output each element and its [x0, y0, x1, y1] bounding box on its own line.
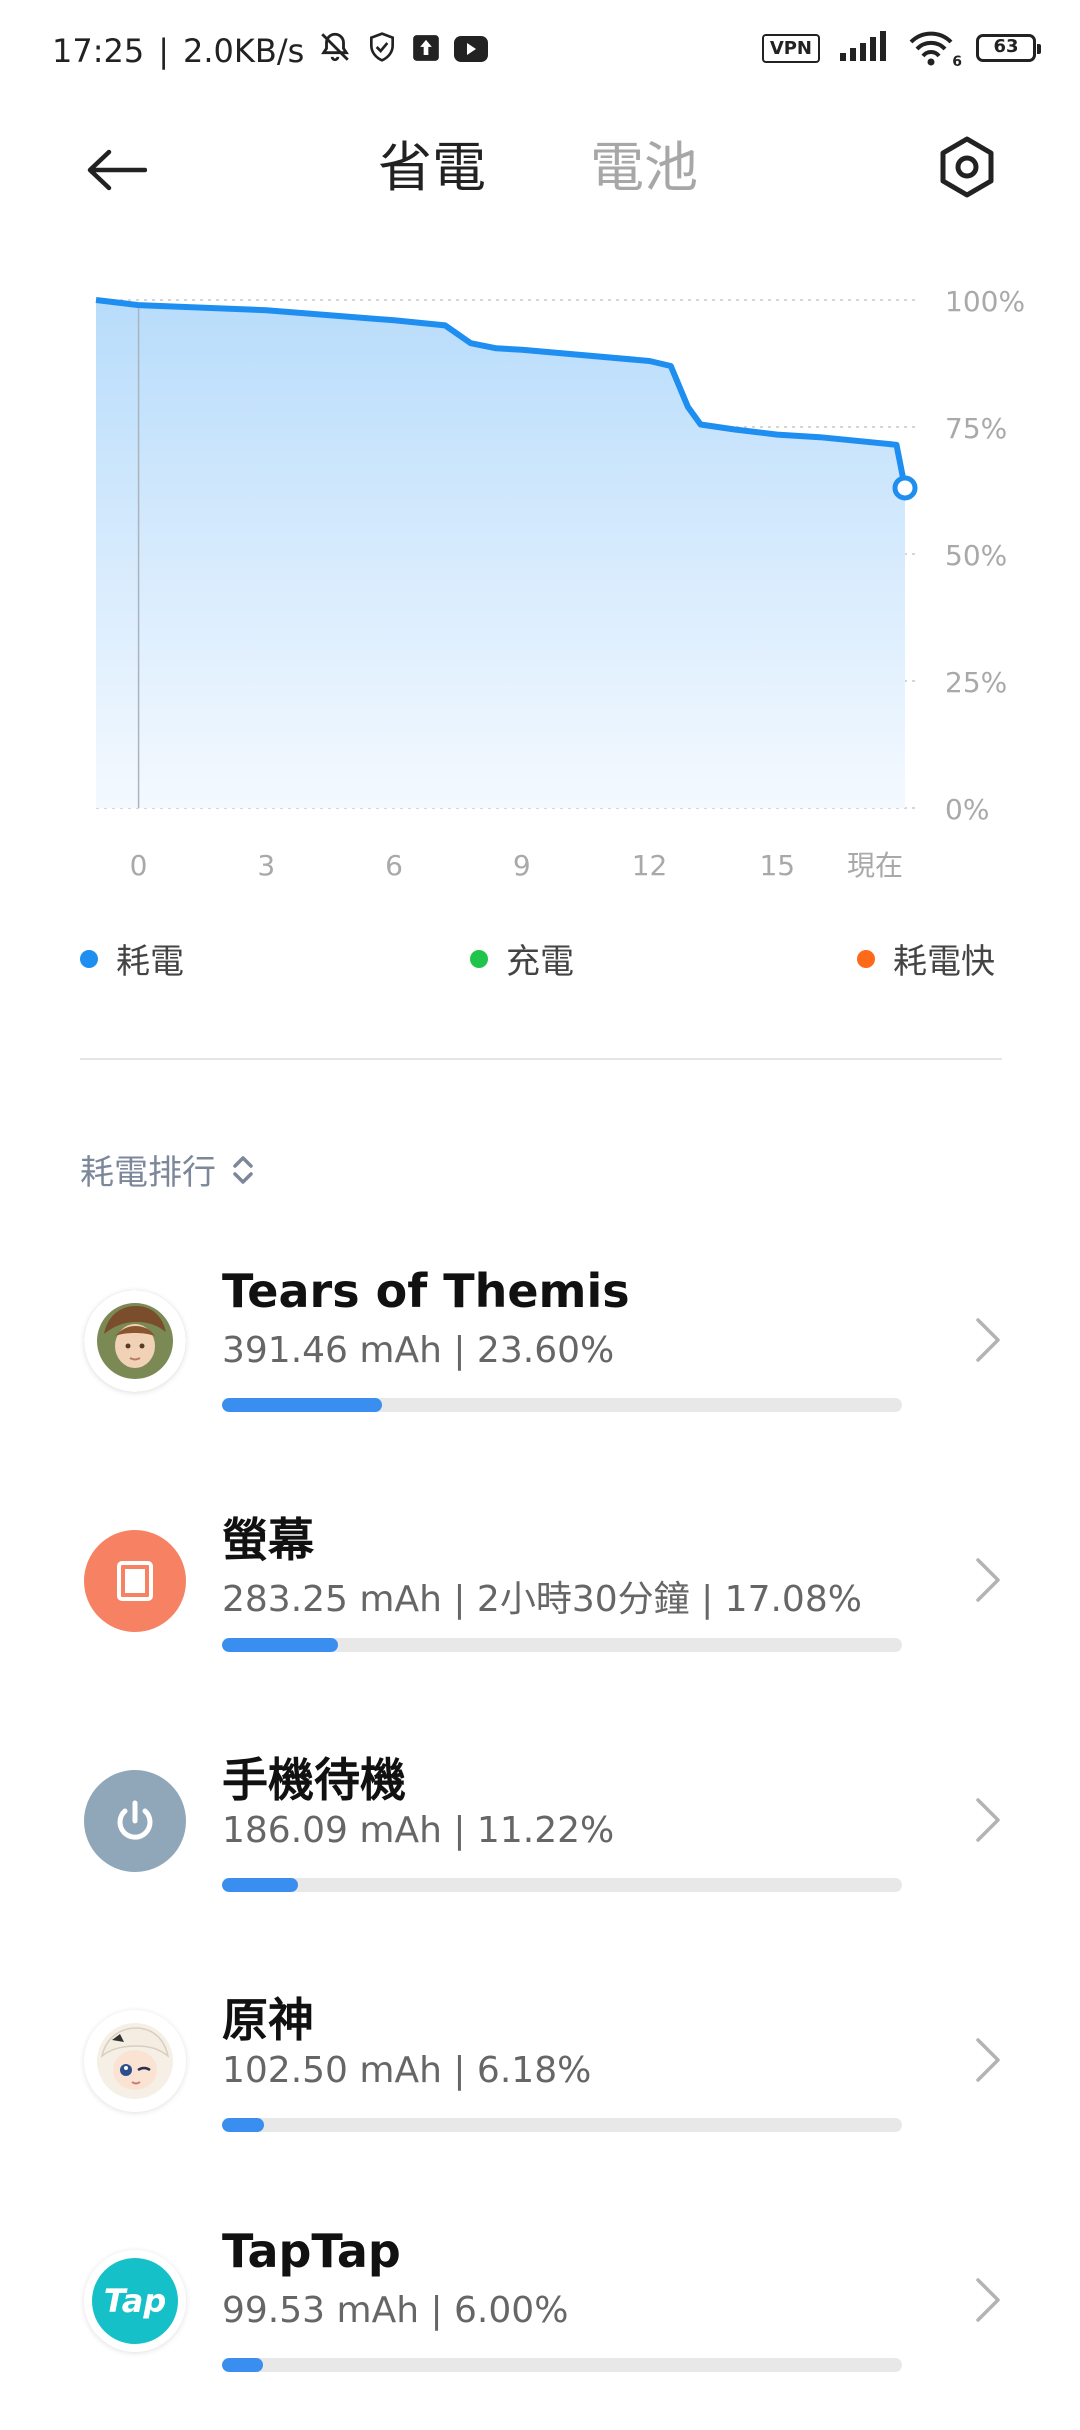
- app-name: TapTap: [222, 2224, 401, 2278]
- app-usage-detail: 283.25 mAh | 2小時30分鐘 | 17.08%: [222, 1579, 862, 1620]
- legend-item-fast-drain: 耗電快: [857, 934, 995, 983]
- battery-area: [96, 300, 905, 808]
- game-avatar-icon: [84, 1290, 186, 1392]
- y-tick-label: 75%: [945, 412, 1007, 445]
- shield-icon: [366, 31, 398, 71]
- battery-usage-chart: 100% 75% 50% 25% 0% 0 3 6 9 12 15 現在: [0, 270, 1080, 910]
- usage-bar-fill: [222, 2118, 265, 2132]
- app-name: 原神: [222, 1993, 314, 2047]
- y-tick-label: 100%: [945, 285, 1025, 318]
- usage-bar-fill: [222, 1638, 339, 1652]
- settings-button[interactable]: [930, 130, 1004, 204]
- tab-power-saving[interactable]: 省電: [378, 128, 486, 208]
- y-tick-label: 50%: [945, 539, 1007, 572]
- upload-icon: [412, 32, 440, 70]
- status-network-speed: 2.0KB/s: [183, 32, 305, 70]
- vpn-badge: VPN: [761, 33, 820, 63]
- taptap-icon: Tap: [84, 2250, 186, 2352]
- current-point: [892, 475, 918, 501]
- usage-bar-fill: [222, 1398, 383, 1412]
- tab-battery[interactable]: 電池: [590, 128, 698, 208]
- x-tick-label: 現在: [847, 849, 903, 882]
- x-tick-label: 6: [385, 849, 403, 882]
- app-usage-detail: 99.53 mAh | 6.00%: [222, 2290, 569, 2331]
- status-separator: |: [158, 32, 169, 70]
- app-name: Tears of Themis: [222, 1264, 630, 1318]
- x-tick-label: 15: [759, 849, 795, 882]
- back-button[interactable]: [80, 134, 152, 206]
- x-tick-label: 0: [130, 849, 148, 882]
- sort-label: 耗電排行: [80, 1153, 216, 1193]
- legend-dot-fast-drain: [857, 949, 875, 968]
- chart-legend: 耗電 充電 耗電快: [0, 934, 1080, 994]
- arrow-left-icon: [87, 149, 147, 191]
- wifi-icon: 6: [908, 30, 962, 70]
- chart-svg: 100% 75% 50% 25% 0% 0 3 6 9 12 15 現在: [95, 285, 1025, 882]
- chevron-right-icon: [976, 2278, 1000, 2322]
- usage-bar-track: [222, 1398, 902, 1412]
- status-right: VPN 6 63: [761, 30, 1041, 70]
- usage-bar-track: [222, 2358, 902, 2372]
- game-character-icon: [84, 2010, 186, 2112]
- settings-hexagon-icon: [940, 136, 994, 198]
- wifi-sub-label: 6: [952, 54, 962, 70]
- app-row-standby[interactable]: 手機待機 186.09 mAh | 11.22%: [0, 1710, 1080, 1950]
- usage-bar-fill: [222, 1878, 299, 1892]
- chevron-right-icon: [976, 1318, 1000, 1362]
- legend-item-charging: 充電: [470, 934, 574, 983]
- app-usage-detail: 186.09 mAh | 11.22%: [222, 1810, 615, 1851]
- x-tick-label: 9: [513, 849, 531, 882]
- usage-bar-track: [222, 1878, 902, 1892]
- usage-bar-track: [222, 1638, 902, 1652]
- app-row-genshin[interactable]: 原神 102.50 mAh | 6.18%: [0, 1950, 1080, 2190]
- status-bar: 17:25 | 2.0KB/s VPN 6 63: [0, 0, 1080, 100]
- usage-bar-fill: [222, 2358, 263, 2372]
- signal-icon: [838, 31, 890, 65]
- legend-label-fast-drain: 耗電快: [893, 942, 995, 982]
- legend-dot-charging: [470, 949, 488, 968]
- sort-dropdown[interactable]: 耗電排行: [80, 1145, 258, 1194]
- legend-item-drain: 耗電: [80, 934, 184, 983]
- youtube-icon: [454, 32, 489, 70]
- section-divider: [80, 1058, 1002, 1060]
- chevron-right-icon: [976, 1798, 1000, 1842]
- bell-off-icon: [318, 30, 352, 72]
- app-row-tears-of-themis[interactable]: Tears of Themis 391.46 mAh | 23.60%: [0, 1230, 1080, 1470]
- legend-label-drain: 耗電: [116, 942, 184, 982]
- power-icon: [84, 1770, 186, 1872]
- y-tick-label: 25%: [945, 666, 1007, 699]
- usage-bar-track: [222, 2118, 902, 2132]
- chevron-right-icon: [976, 2038, 1000, 2082]
- sort-chevrons-icon: [233, 1155, 253, 1184]
- y-tick-label: 0%: [945, 793, 989, 826]
- app-usage-detail: 391.46 mAh | 23.60%: [222, 1330, 615, 1371]
- chevron-right-icon: [976, 1558, 1000, 1602]
- legend-dot-drain: [80, 949, 98, 968]
- taptap-logo-text: Tap: [103, 2282, 167, 2320]
- taptap-logo: Tap: [92, 2258, 178, 2344]
- legend-label-charging: 充電: [506, 942, 574, 982]
- x-tick-label: 12: [632, 849, 668, 882]
- screen-icon: [84, 1530, 186, 1632]
- app-usage-detail: 102.50 mAh | 6.18%: [222, 2050, 592, 2091]
- app-row-taptap[interactable]: Tap TapTap 99.53 mAh | 6.00%: [0, 2190, 1080, 2430]
- app-row-screen[interactable]: 螢幕 283.25 mAh | 2小時30分鐘 | 17.08%: [0, 1470, 1080, 1710]
- x-tick-label: 3: [257, 849, 275, 882]
- app-name: 手機待機: [222, 1753, 406, 1807]
- battery-icon: 63: [976, 34, 1041, 62]
- battery-level: 63: [993, 36, 1019, 57]
- header: 省電 電池: [0, 110, 1080, 230]
- status-left: 17:25 | 2.0KB/s: [52, 30, 489, 72]
- app-name: 螢幕: [222, 1513, 314, 1567]
- status-time: 17:25: [52, 32, 145, 70]
